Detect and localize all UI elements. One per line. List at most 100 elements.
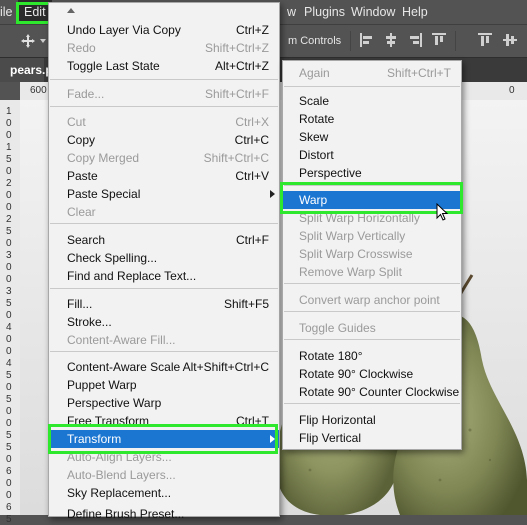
align-top-edges-icon[interactable] [432,33,446,47]
menu-item-rotate-180[interactable]: Rotate 180° [283,347,461,365]
menu-item-scale[interactable]: Scale [283,92,461,110]
align-right-edges-icon[interactable] [408,33,422,47]
menu-item-label: Find and Replace Text... [67,269,197,283]
menu-item-content-aware-fill[interactable]: Content-Aware Fill... [49,331,279,349]
ruler-label: 6 [6,502,12,513]
menu-item-label: Toggle Guides [299,321,376,335]
menu-item-cut[interactable]: Cut Ctrl+X [49,113,279,131]
menu-item-rotate-90-clockwise[interactable]: Rotate 90° Clockwise [283,365,461,383]
menu-item-convert-warp-anchor-point[interactable]: Convert warp anchor point [283,291,461,309]
scroll-up-icon[interactable] [67,8,75,13]
ruler-label: 600 [30,85,47,96]
menu-item-label: Flip Horizontal [299,413,376,427]
menu-item-distort[interactable]: Distort [283,146,461,164]
menu-item-toggle-guides[interactable]: Toggle Guides [283,319,461,337]
menu-view[interactable]: w [287,0,296,24]
menu-item-copy-merged[interactable]: Copy Merged Shift+Ctrl+C [49,149,279,167]
ruler-label: 5 [6,514,12,525]
menu-item-label: Rotate 90° Counter Clockwise [299,385,460,399]
menu-item-shortcut: Shift+Ctrl+Z [204,41,269,55]
menu-item-stroke[interactable]: Stroke... [49,313,279,331]
ruler-label: 0 [509,85,515,96]
distribute-top-icon[interactable] [478,33,492,47]
menu-item-label: Content-Aware Fill... [67,333,176,347]
menu-item-split-warp-vertically[interactable]: Split Warp Vertically [283,227,461,245]
menu-item-label: Scale [299,94,330,108]
menu-item-label: Define Brush Preset... [67,507,185,521]
show-transform-controls-label[interactable]: m Controls [288,35,341,47]
menu-item-label: Skew [299,130,329,144]
menu-item-content-aware-scale[interactable]: Content-Aware Scale Alt+Shift+Ctrl+C [49,358,279,376]
menu-item-label: Fade... [67,87,105,101]
menu-item-fade[interactable]: Fade... Shift+Ctrl+F [49,85,279,103]
menu-item-shortcut: Ctrl+X [235,115,269,129]
ruler-label: 0 [6,382,12,393]
menu-item-remove-warp-split[interactable]: Remove Warp Split [283,263,461,281]
ruler-label: 0 [6,166,12,177]
align-horizontal-centers-icon[interactable] [384,33,398,47]
vertical-ruler: 10015020025030035040045050055060065 [0,100,21,525]
menu-item-label: Perspective [299,166,362,180]
menu-item-label: Rotate [299,112,335,126]
edit-menu-highlight [16,2,52,24]
menu-item-rotate[interactable]: Rotate [283,110,461,128]
menu-item-find-and-replace-text[interactable]: Find and Replace Text... [49,267,279,285]
menu-item-toggle-last-state[interactable]: Toggle Last State Alt+Ctrl+Z [49,57,279,75]
ruler-label: 0 [6,118,12,129]
ruler-label: 0 [6,202,12,213]
transform-highlight [48,424,278,454]
menu-item-puppet-warp[interactable]: Puppet Warp [49,376,279,394]
menu-item-search[interactable]: Search Ctrl+F [49,231,279,249]
ruler-label: 3 [6,250,12,261]
menu-item-label: Search [67,233,106,247]
menu-item-skew[interactable]: Skew [283,128,461,146]
menu-item-fill[interactable]: Fill... Shift+F5 [49,295,279,313]
menu-item-shortcut: Alt+Shift+Ctrl+C [182,360,269,374]
menu-separator [50,79,278,80]
menu-item-rotate-90-counter-clockwise[interactable]: Rotate 90° Counter Clockwise [283,383,461,401]
document-tab[interactable]: pears.p [0,58,53,82]
menu-separator [284,403,460,404]
menu-item-label: Copy Merged [67,151,140,165]
distribute-vertical-centers-icon[interactable] [503,33,517,47]
menu-item-label: Convert warp anchor point [299,293,440,307]
move-tool-icon[interactable] [20,33,36,49]
menu-item-perspective[interactable]: Perspective [283,164,461,182]
menu-item-undo-layer-via-copy[interactable]: Undo Layer Via Copy Ctrl+Z [49,21,279,39]
menu-item-label: Sky Replacement... [67,486,172,500]
menu-item-check-spelling[interactable]: Check Spelling... [49,249,279,267]
ruler-label: 5 [6,226,12,237]
menu-item-define-brush-preset[interactable]: Define Brush Preset... [49,505,279,523]
menu-item-again[interactable]: Again Shift+Ctrl+T [283,64,461,82]
menu-item-split-warp-crosswise[interactable]: Split Warp Crosswise [283,245,461,263]
menu-item-paste[interactable]: Paste Ctrl+V [49,167,279,185]
menu-plugins[interactable]: Plugins [304,0,345,24]
menu-item-label: Rotate 180° [299,349,363,363]
ruler-label: 5 [6,442,12,453]
menu-item-redo[interactable]: Redo Shift+Ctrl+Z [49,39,279,57]
menu-item-flip-vertical[interactable]: Flip Vertical [283,429,461,447]
menu-item-label: Fill... [67,297,93,311]
menu-window[interactable]: Window [351,0,395,24]
ruler-label: 5 [6,370,12,381]
menu-item-shortcut: Shift+Ctrl+C [203,151,269,165]
ruler-label: 4 [6,358,12,369]
menu-item-label: Copy [67,133,96,147]
menu-separator [284,311,460,312]
align-left-edges-icon[interactable] [360,33,374,47]
menu-item-sky-replacement[interactable]: Sky Replacement... [49,484,279,502]
menu-item-copy[interactable]: Copy Ctrl+C [49,131,279,149]
menu-item-shortcut: Ctrl+Z [236,23,269,37]
tool-preset-dropdown-icon[interactable] [40,39,46,43]
menu-separator [284,339,460,340]
ruler-label: 5 [6,154,12,165]
menu-help[interactable]: Help [402,0,428,24]
menu-item-perspective-warp[interactable]: Perspective Warp [49,394,279,412]
menu-item-paste-special[interactable]: Paste Special [49,185,279,203]
menu-item-flip-horizontal[interactable]: Flip Horizontal [283,411,461,429]
menu-file[interactable]: ile [0,0,13,24]
ruler-label: 2 [6,178,12,189]
options-divider [455,31,456,51]
menu-item-auto-blend-layers[interactable]: Auto-Blend Layers... [49,466,279,484]
menu-item-clear[interactable]: Clear [49,203,279,221]
